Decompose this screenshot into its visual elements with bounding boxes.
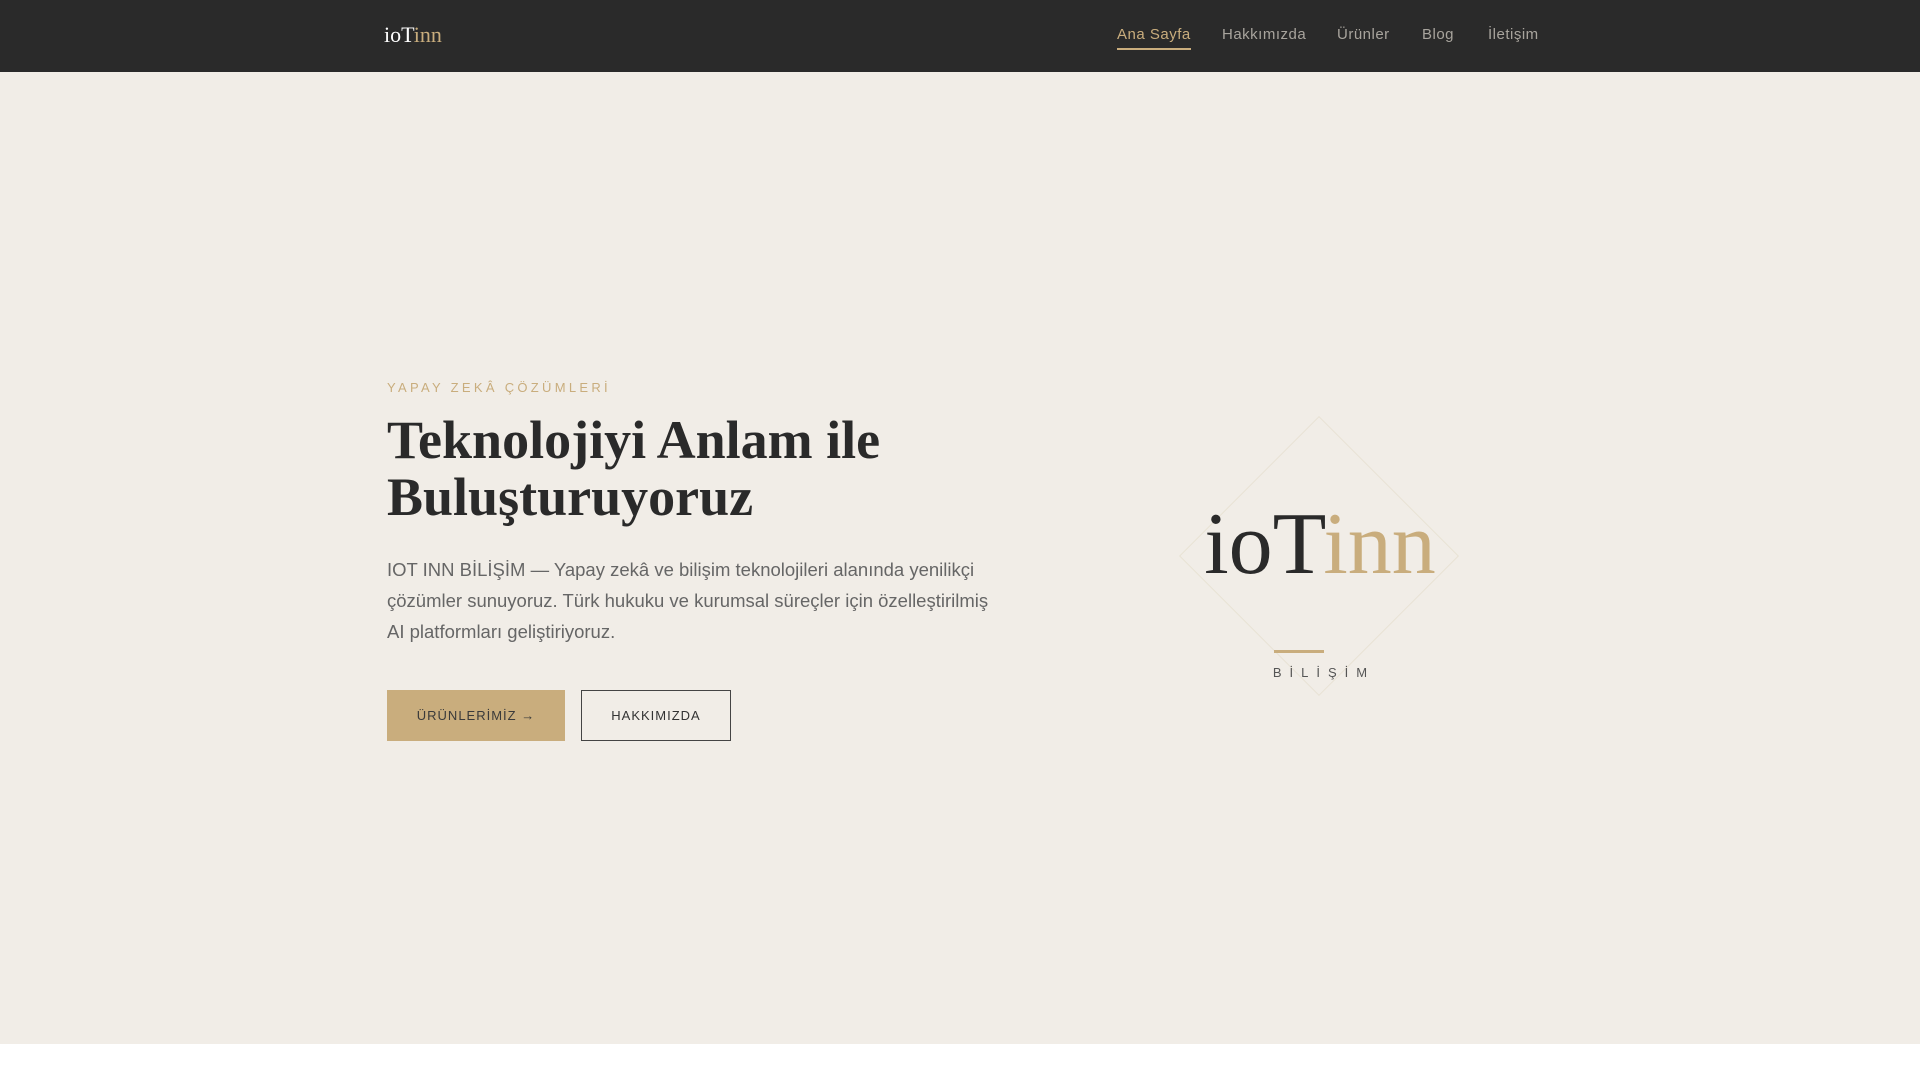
about-button[interactable]: HAKKIMIZDA xyxy=(581,690,731,741)
emblem-logo-text: ioTinn xyxy=(1180,495,1460,595)
nav-item-contact[interactable]: İletişim xyxy=(1488,26,1539,43)
emblem-underline xyxy=(1274,650,1324,653)
emblem-text-a: ioT xyxy=(1204,496,1324,593)
nav-item-products[interactable]: Ürünler xyxy=(1337,26,1390,43)
brand-text-a: ioT xyxy=(384,22,414,47)
nav-item-about[interactable]: Hakkımızda xyxy=(1222,26,1306,43)
brand-emblem: ioTinn BİLİŞİM xyxy=(1178,415,1460,697)
hero-title-line1: Teknolojiyi Anlam ile xyxy=(387,410,881,470)
brand-text-b: inn xyxy=(413,22,442,47)
emblem-subtitle: BİLİŞİM xyxy=(1272,665,1376,680)
emblem-text-b: inn xyxy=(1323,496,1436,593)
products-button[interactable]: ÜRÜNLERİMİZ → xyxy=(387,690,565,741)
hero-title-line2: Buluşturuyoruz xyxy=(387,467,754,527)
hero-eyebrow: YAPAY ZEKÂ ÇÖZÜMLERİ xyxy=(387,380,611,395)
brand-logo[interactable]: ioTinn xyxy=(384,22,442,48)
nav-item-blog[interactable]: Blog xyxy=(1422,26,1454,43)
top-navbar: ioTinn Ana Sayfa Hakkımızda Ürünler Blog… xyxy=(0,0,1920,72)
nav-item-home[interactable]: Ana Sayfa xyxy=(1117,26,1191,50)
hero-section: YAPAY ZEKÂ ÇÖZÜMLERİ Teknolojiyi Anlam i… xyxy=(0,72,1920,1044)
next-section xyxy=(0,1044,1920,1080)
hero-title: Teknolojiyi Anlam ile Buluşturuyoruz xyxy=(387,412,1087,526)
hero-description: IOT INN BİLİŞİM — Yapay zekâ ve bilişim … xyxy=(387,559,989,642)
